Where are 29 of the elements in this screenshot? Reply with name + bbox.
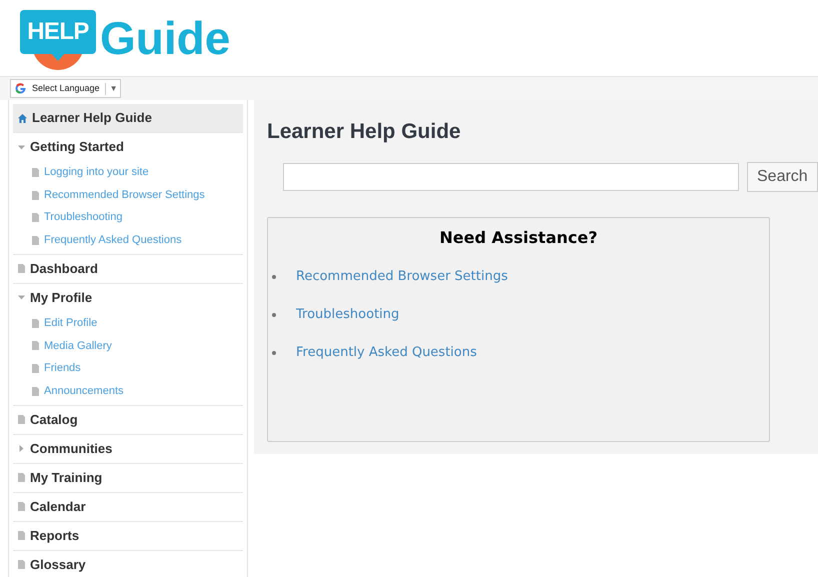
page-icon (32, 236, 39, 245)
page-icon (32, 341, 39, 350)
page-icon (18, 264, 25, 274)
search-button[interactable]: Search (747, 162, 818, 192)
page-icon (32, 168, 39, 177)
page-icon (32, 364, 39, 373)
language-selector[interactable]: Select Language ▼ (10, 79, 122, 98)
search-field[interactable] (283, 162, 739, 190)
panel-title: Need Assistance? (438, 226, 598, 248)
bullet-icon (272, 312, 276, 316)
caret-down-icon[interactable] (18, 294, 25, 302)
caret-right-icon[interactable] (18, 445, 25, 452)
home-icon (18, 114, 27, 122)
caret-down-icon[interactable] (18, 144, 25, 150)
page-icon (18, 473, 25, 482)
page-icon (18, 415, 25, 424)
bullet-icon (272, 274, 276, 278)
page-icon (32, 190, 39, 200)
page-title: Learner Help Guide (267, 119, 462, 145)
sidebar-item[interactable]: Learner Help Guide (13, 104, 243, 132)
page-icon (32, 386, 39, 396)
bullet-icon (272, 350, 276, 354)
page-icon (18, 531, 25, 540)
page-icon (18, 502, 25, 511)
page-icon (18, 560, 25, 569)
google-icon (14, 82, 27, 95)
page-icon (32, 318, 39, 328)
logo: HELP Guide (20, 8, 230, 68)
page-icon (32, 213, 39, 222)
